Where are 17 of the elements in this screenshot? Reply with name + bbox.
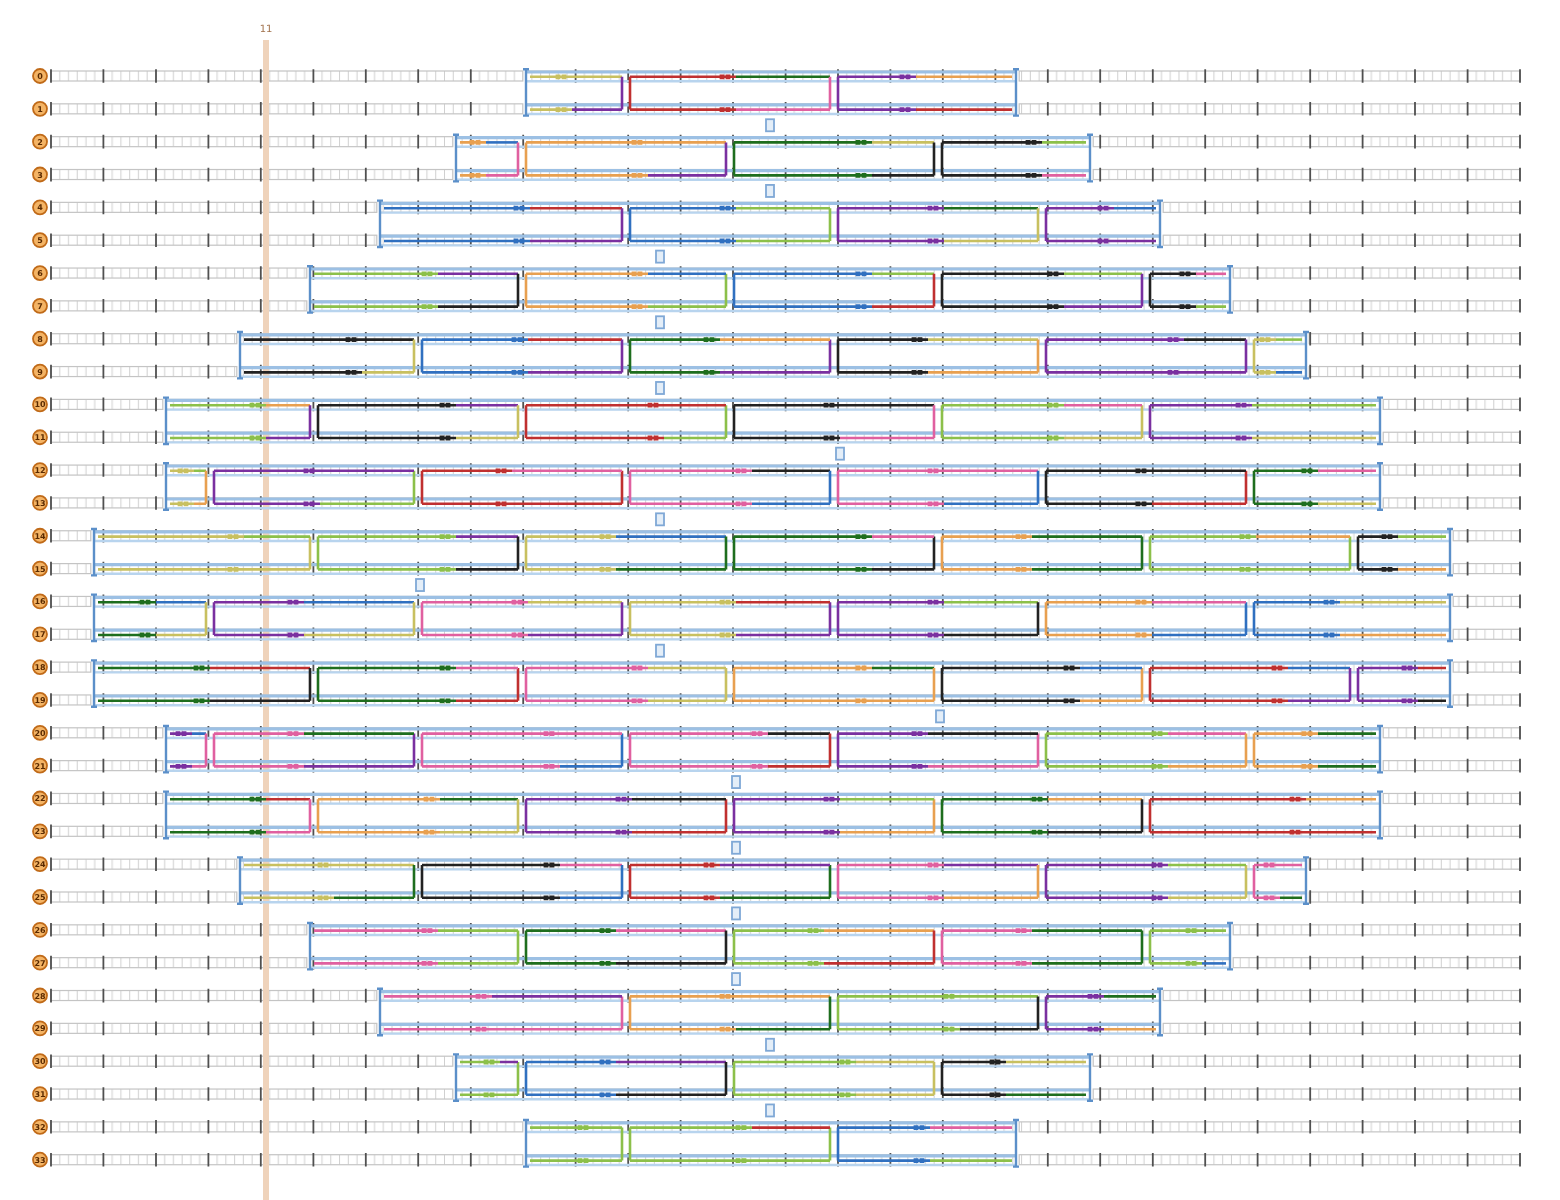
link-connector [415, 578, 425, 592]
link-connector [765, 1103, 775, 1118]
link-connector [731, 840, 741, 855]
link-connector [835, 446, 845, 461]
link-connector [731, 775, 741, 789]
link-connector [935, 709, 945, 724]
link-connector [731, 972, 741, 986]
link-connector [655, 512, 665, 527]
link-connector [655, 643, 665, 658]
playhead-line[interactable] [263, 40, 269, 1200]
link-connector [655, 381, 665, 395]
link-connector [765, 1037, 775, 1052]
link-connector [655, 249, 665, 264]
link-connector [765, 118, 775, 133]
link-connector [731, 906, 741, 921]
link-connector [655, 315, 665, 330]
link-connector [765, 184, 775, 198]
